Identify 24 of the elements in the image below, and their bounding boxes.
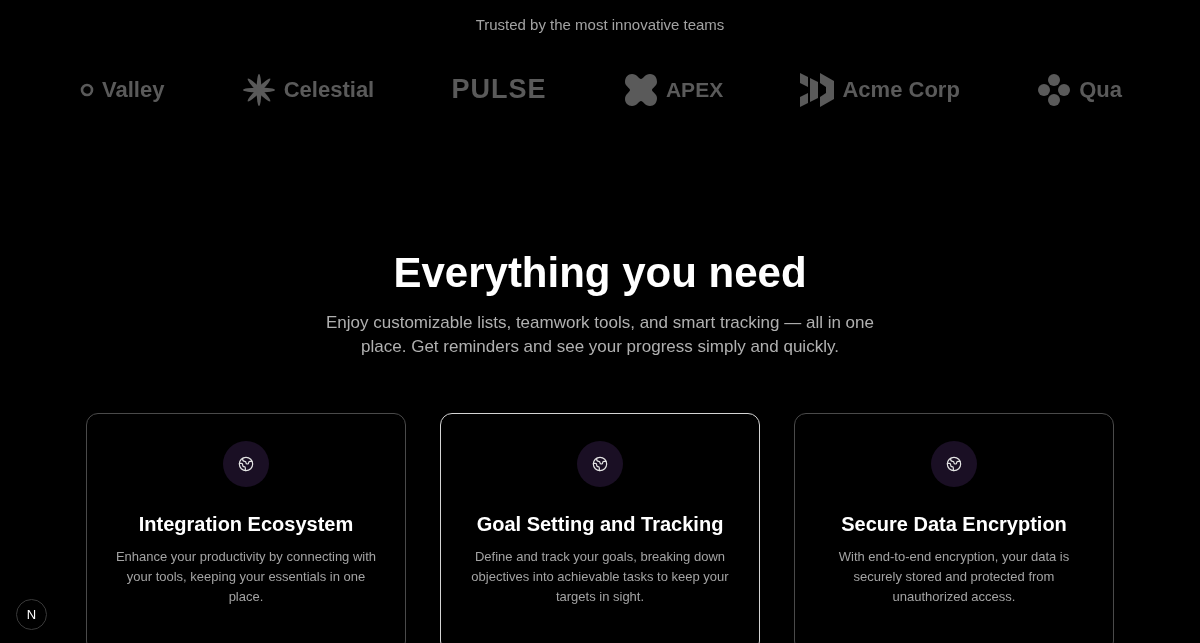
company-logo-name: Qua [1079,76,1122,104]
section-title: Everything you need [393,247,807,298]
chevrons-icon [800,72,835,107]
card-title: Integration Ecosystem [138,511,354,537]
company-logo-name: Celestial [283,76,375,104]
petals-icon [1037,72,1072,107]
company-logo-name: Acme Corp [842,76,960,104]
card-description: Enhance your productivity by connecting with your tools, keeping your essentials in one place. [114,547,378,606]
company-logo-name: PULSE [451,73,547,107]
company-logo-name: Valley [102,76,165,104]
globe-icon [592,455,608,472]
section-subtitle: Enjoy customizable lists, teamwork tools, and smart tracking — all in one place. Get reminders and see your progress simply and quickly. [325,311,875,358]
asterisk-icon [241,72,276,107]
company-logo-name: APEX [665,76,724,103]
card-title: Secure Data Encryption [841,511,1067,537]
globe-icon [238,455,254,472]
card-description: Define and track your goals, breaking down objectives into achievable tasks to keep your targets in sight. [470,547,730,606]
card-description: With end-to-end encryption, your data is securely stored and protected from unauthorized access. [837,547,1071,606]
dev-badge[interactable]: N [16,599,47,630]
trusted-caption: Trusted by the most innovative teams [475,15,725,35]
ring-icon [80,82,94,97]
blob-icon [623,72,658,107]
card-title: Goal Setting and Tracking [476,511,724,537]
globe-icon [946,455,962,472]
